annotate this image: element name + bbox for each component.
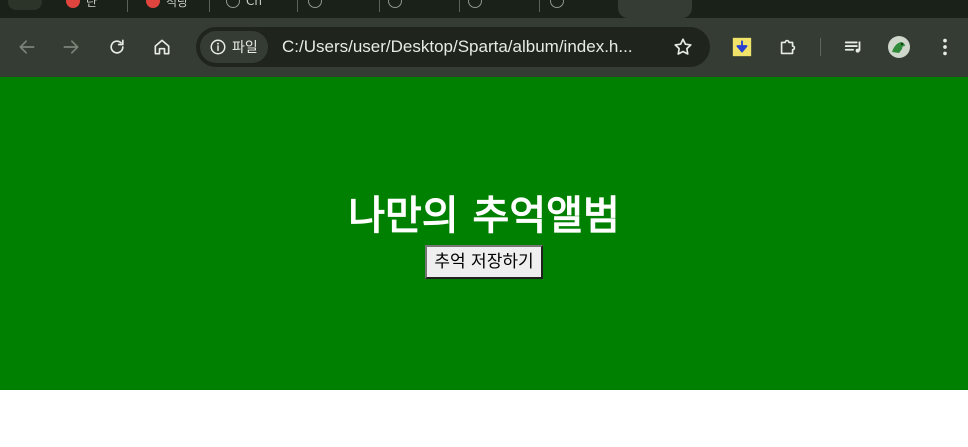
- address-bar[interactable]: 파일 C:/Users/user/Desktop/Sparta/album/in…: [196, 27, 710, 67]
- reload-button[interactable]: [100, 30, 134, 64]
- globe-icon: [468, 0, 482, 8]
- profile-avatar-icon[interactable]: [887, 35, 911, 59]
- tab-2-label: 적당: [166, 0, 189, 9]
- tab-5[interactable]: [378, 0, 460, 16]
- tab-strip: 란 적당 Ch: [0, 0, 968, 18]
- tab-6[interactable]: [458, 0, 540, 16]
- tab-3[interactable]: Ch: [216, 0, 298, 16]
- globe-icon: [388, 0, 402, 8]
- back-button[interactable]: [10, 30, 44, 64]
- extensions-puzzle-icon[interactable]: [776, 35, 800, 59]
- tab-7[interactable]: [540, 0, 616, 16]
- hero-banner: 나만의 추억앨범 추억 저장하기: [0, 77, 968, 390]
- browser-toolbar: 파일 C:/Users/user/Desktop/Sparta/album/in…: [0, 18, 968, 77]
- tab-separator: [209, 0, 210, 12]
- save-memory-button[interactable]: 추억 저장하기: [425, 244, 543, 279]
- download-extension-icon[interactable]: [730, 35, 754, 59]
- tab-2[interactable]: 적당: [136, 0, 210, 16]
- tab-active[interactable]: [618, 0, 692, 18]
- tab-separator: [127, 0, 128, 12]
- browser-menu-icon[interactable]: [933, 35, 957, 59]
- tab-4[interactable]: [298, 0, 380, 16]
- tab-3-label: Ch: [246, 0, 262, 8]
- red-circle-icon: [66, 0, 80, 8]
- reload-icon: [110, 39, 124, 54]
- red-circle-icon: [146, 0, 160, 8]
- arrow-right-icon: [63, 40, 79, 54]
- page-viewport: 나만의 추억앨범 추억 저장하기: [0, 77, 968, 447]
- url-text[interactable]: C:/Users/user/Desktop/Sparta/album/index…: [282, 27, 633, 67]
- arrow-left-icon: [19, 40, 35, 54]
- site-chip-label: 파일: [232, 40, 258, 56]
- globe-icon: [308, 0, 322, 8]
- forward-button[interactable]: [54, 30, 88, 64]
- media-queue-icon[interactable]: [842, 35, 866, 59]
- toolbar-divider: [820, 38, 821, 56]
- info-icon: [210, 39, 226, 55]
- globe-icon: [226, 0, 240, 8]
- site-info-chip[interactable]: 파일: [200, 31, 268, 63]
- tab-1-label: 란: [86, 0, 98, 9]
- home-icon: [154, 39, 170, 55]
- home-button[interactable]: [145, 30, 179, 64]
- globe-icon: [550, 0, 564, 8]
- bookmark-star-icon[interactable]: [672, 36, 694, 58]
- page-title: 나만의 추억앨범: [348, 192, 620, 239]
- tab-1[interactable]: 란: [56, 0, 128, 16]
- tab-search-button[interactable]: [8, 0, 42, 10]
